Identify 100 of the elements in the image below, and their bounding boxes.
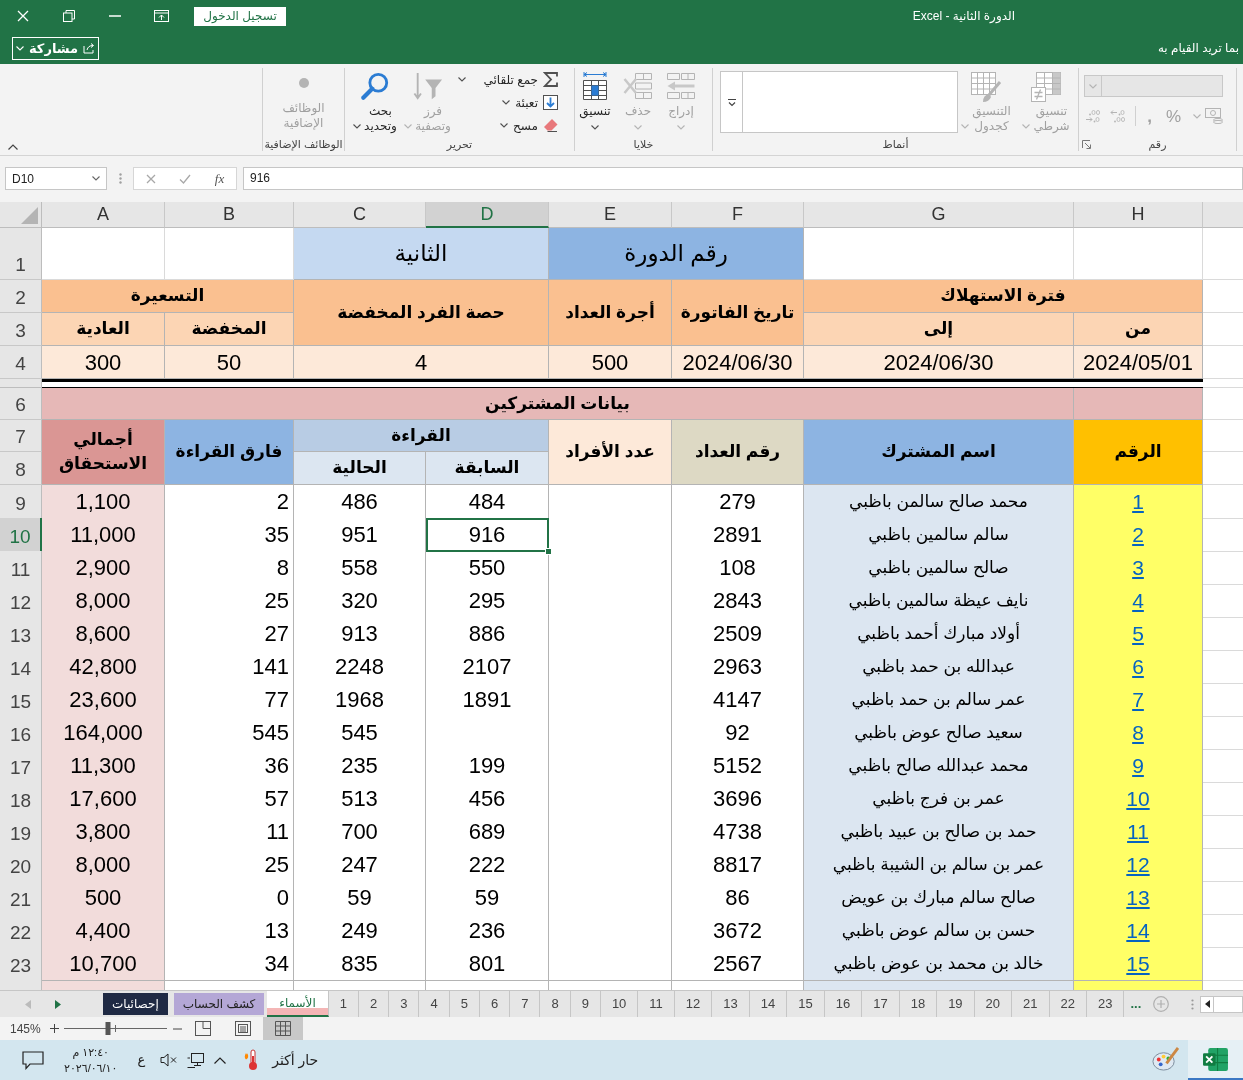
header-cell: فترة الاستهلاك [804,280,1203,313]
row-header[interactable]: 16 [0,716,42,750]
row-header[interactable]: 13 [0,617,42,651]
column-header[interactable]: F [672,202,804,228]
row-header[interactable]: 9 [0,485,42,519]
column-header[interactable]: E [549,202,672,228]
normal-view-button[interactable] [262,1017,303,1040]
zoom-slider[interactable] [63,1022,167,1035]
slider-thumb[interactable] [105,1022,111,1035]
row-number-link[interactable]: 8 [1132,716,1144,749]
excel-app-button[interactable] [1188,1040,1243,1080]
caret-up-icon[interactable] [8,144,18,150]
clear-button[interactable]: مسح [500,114,558,137]
row-number-link[interactable]: 11 [1127,815,1149,848]
row-header[interactable]: 2 [0,280,42,313]
row-header[interactable]: 18 [0,782,42,816]
row-number-link[interactable]: 7 [1132,683,1144,716]
column-header[interactable]: D [426,202,549,228]
right-arrow-icon[interactable] [55,999,61,1009]
row-number-link[interactable]: 3 [1132,551,1144,584]
row-number-link[interactable]: 14 [1126,914,1150,947]
row-header[interactable]: 12 [0,584,42,618]
dialog-launcher-icon[interactable] [1082,140,1091,149]
column-header: عدد الأفراد [549,420,672,485]
column-header[interactable]: C [294,202,426,228]
row-header[interactable]: 4 [0,346,42,379]
weather-text[interactable]: حار أكثر [272,1049,319,1071]
table-cell: 4738 [672,815,804,849]
column-header[interactable]: G [804,202,1074,228]
column-header: الرقم [1074,420,1203,485]
find-select-button[interactable]: بحث وتحديد [351,71,399,134]
muted-speaker-icon[interactable] [160,1053,179,1067]
cancel-icon[interactable] [145,173,156,184]
table-cell: 199 [426,749,549,783]
table-cell: 57 [165,782,294,816]
row-number-link[interactable]: 6 [1132,650,1144,683]
check-icon[interactable] [179,173,192,184]
insert-function-button[interactable]: fx [214,172,225,185]
row-header[interactable]: 19 [0,815,42,849]
row-header[interactable]: 17 [0,749,42,783]
row-number-link[interactable]: 2 [1132,518,1144,551]
formula-field[interactable]: 916 [243,167,1243,190]
table-cell: سعيد صالح عوض باظبي [804,716,1074,750]
plus-icon[interactable] [49,1024,59,1033]
row-number-link[interactable]: 15 [1126,947,1150,980]
autosum-button[interactable]: جمع تلقائي [458,68,558,91]
caret-up-icon[interactable] [214,1056,227,1064]
left-arrow-icon[interactable] [1204,1000,1210,1008]
row-header[interactable]: 20 [0,848,42,882]
taskbar-time[interactable]: ١٢:٤٠ م [72,1044,109,1060]
fill-handle[interactable] [545,548,552,555]
row-header[interactable]: 21 [0,881,42,915]
tell-me-field[interactable]: بما تريد القيام به [1157,39,1239,57]
name-box[interactable]: D10 [5,167,107,190]
row-header[interactable]: 1 [0,228,42,280]
fill-button[interactable]: تعبئة [502,91,558,114]
share-button[interactable]: مشاركة [12,36,99,60]
row-header[interactable]: 10 [0,518,42,552]
row-header[interactable]: 3 [0,313,42,346]
row-number-link[interactable]: 1 [1132,485,1144,518]
row-number-link[interactable]: 10 [1126,782,1150,815]
minus-icon[interactable] [172,1027,182,1030]
speech-bubble-icon[interactable] [22,1050,44,1070]
table-cell: 35 [165,518,294,552]
language-indicator[interactable]: ع [137,1050,146,1070]
sheet-tab[interactable]: الأسماء [267,991,329,1017]
group-label: تحرير [446,137,473,151]
row-number-link[interactable]: 12 [1126,848,1150,881]
table-cell: 249 [294,914,426,948]
more-icon[interactable] [726,97,737,107]
table-cell: 320 [294,584,426,618]
window-up-arrow-icon [153,10,169,22]
row-header[interactable]: 14 [0,650,42,684]
row-number-link[interactable]: 5 [1132,617,1144,650]
row-header[interactable]: 8 [0,452,42,485]
format-button[interactable]: تنسيق [576,71,614,130]
more-tabs-button[interactable]: ... [1130,994,1142,1014]
header-cell: من [1074,313,1203,346]
row-number-link[interactable]: 9 [1132,749,1144,782]
horizontal-scrollbar[interactable] [1200,995,1243,1013]
table-cell: الثانية [294,228,549,280]
row-header[interactable]: 7 [0,420,42,452]
column-header[interactable]: H [1074,202,1203,228]
taskbar-date[interactable]: ٢٠٢٦/٠٦/١٠ [64,1060,118,1076]
vertical-dots-icon[interactable] [1191,998,1195,1010]
row-header[interactable]: 23 [0,947,42,981]
row-header[interactable]: 15 [0,683,42,717]
row-number-link[interactable]: 13 [1126,881,1150,914]
row-header[interactable]: 6 [0,388,42,420]
network-icon[interactable] [187,1052,205,1068]
table-cell: 2248 [294,650,426,684]
table-cell: 25 [165,848,294,882]
column-header[interactable]: B [165,202,294,228]
row-header[interactable]: 11 [0,551,42,585]
row-number-link[interactable]: 4 [1132,584,1144,617]
row-header[interactable]: 22 [0,914,42,948]
column-header[interactable]: A [42,202,165,228]
sheet-tab[interactable]: كشف الحساب [173,993,265,1015]
sheet-tab[interactable]: إحصائيات [103,993,168,1015]
sign-in-button[interactable]: تسجيل الدخول [194,6,286,26]
